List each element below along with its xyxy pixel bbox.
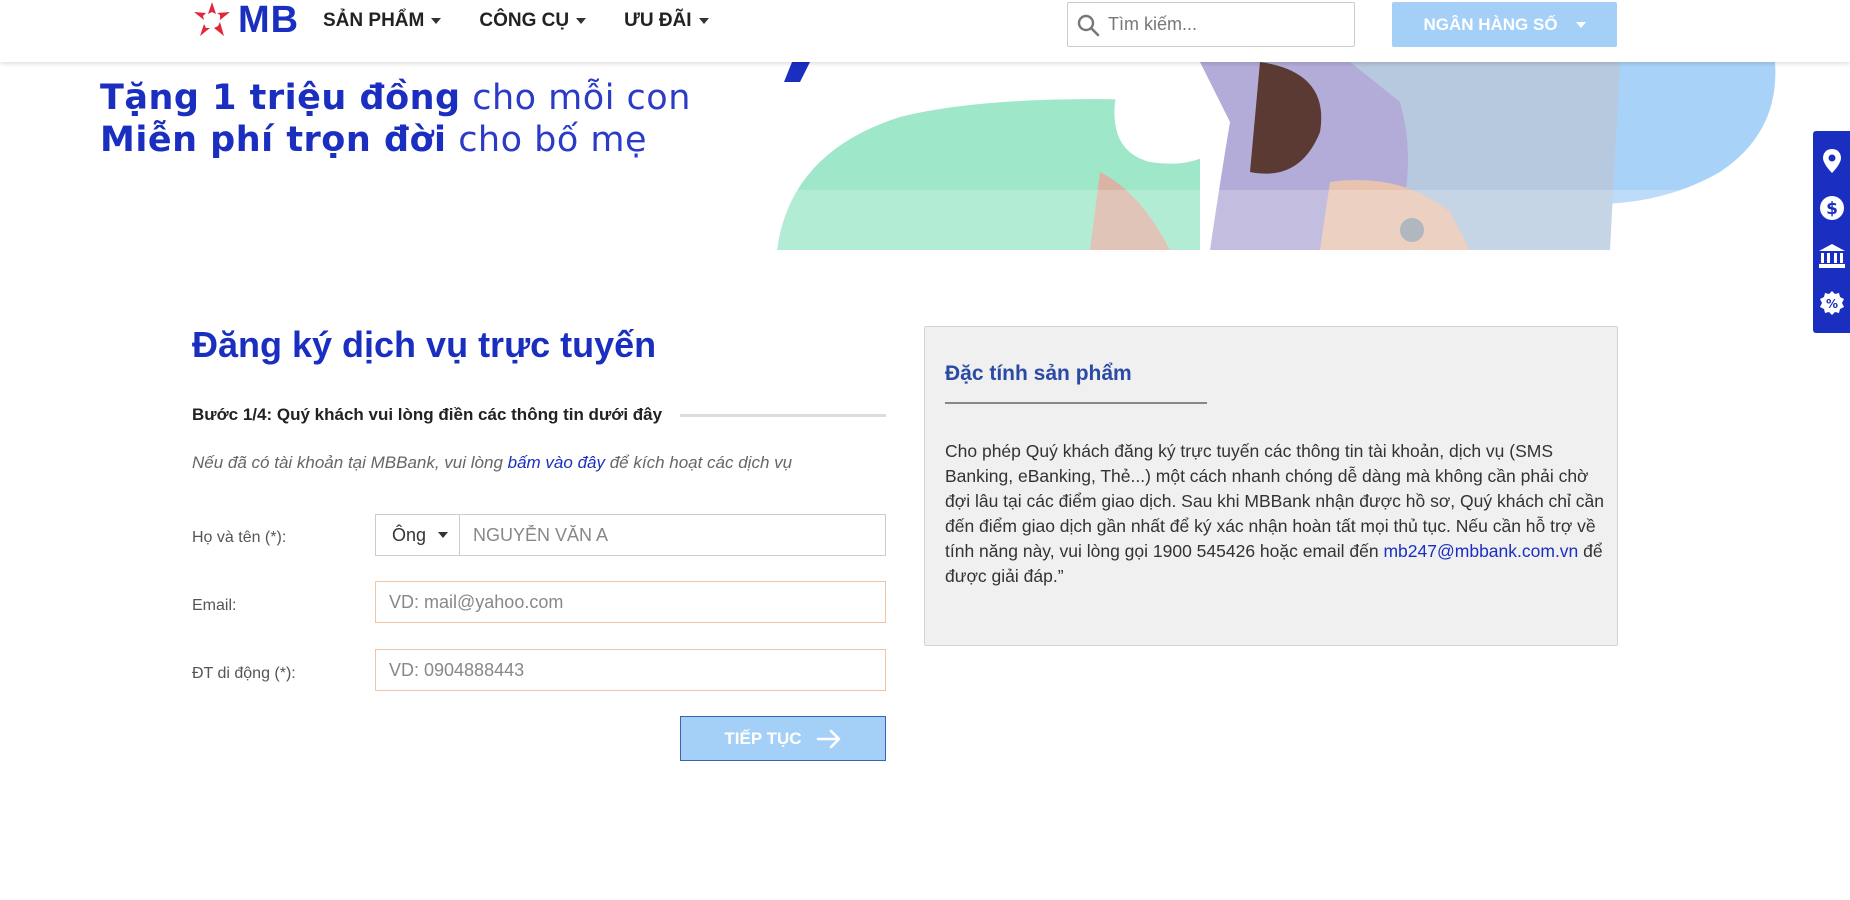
main-nav: SẢN PHẨM CÔNG CỤ ƯU ĐÃI xyxy=(323,10,747,32)
mobile-phone-input[interactable] xyxy=(375,649,886,691)
step-text: Bước 1/4: Quý khách vui lòng điền các th… xyxy=(192,405,663,424)
nav-products[interactable]: SẢN PHẨM xyxy=(323,10,442,32)
nav-tools[interactable]: CÔNG CỤ xyxy=(479,10,587,32)
promo-banner[interactable]: Tặng 1 triệu đồng cho mỗi con Miễn phí t… xyxy=(0,62,1850,250)
banner-line-1-light: cho mỗi con xyxy=(460,78,691,118)
email-label: Email: xyxy=(192,597,237,614)
page-title: Đăng ký dịch vụ trực tuyến xyxy=(192,324,657,365)
features-title: Đặc tính sản phẩm xyxy=(945,362,1132,385)
svg-text:%: % xyxy=(1825,297,1837,311)
salutation-select[interactable]: Ông xyxy=(375,514,459,556)
search-box xyxy=(1067,2,1355,47)
step-divider xyxy=(680,413,886,417)
bank-icon[interactable] xyxy=(1817,241,1847,271)
features-underline xyxy=(945,402,1207,404)
banner-line-1: Tặng 1 triệu đồng cho mỗi con xyxy=(100,78,691,118)
mb-logo[interactable]: MB xyxy=(190,0,299,40)
search-input[interactable] xyxy=(1108,14,1338,35)
arrow-right-icon xyxy=(816,729,840,748)
continue-button[interactable]: TIẾP TỤC xyxy=(680,716,886,761)
banner-line-2: Miễn phí trọn đời cho bố mẹ xyxy=(100,120,647,160)
hint-text-before: Nếu đã có tài khoản tại MBBank, vui lòng xyxy=(192,453,508,472)
chevron-down-icon xyxy=(438,532,449,538)
digital-banking-button[interactable]: NGÂN HÀNG SỐ xyxy=(1392,2,1617,47)
activate-services-link[interactable]: bấm vào đây xyxy=(508,453,605,472)
hint-text-after: để kích hoạt các dịch vụ xyxy=(604,453,793,472)
step-indicator: Bước 1/4: Quý khách vui lòng điền các th… xyxy=(192,405,886,425)
full-name-label: Họ và tên (*): xyxy=(192,529,287,546)
mb-star-icon xyxy=(194,2,230,36)
dollar-icon[interactable]: $ xyxy=(1817,193,1847,223)
nav-offers-label: ƯU ĐÃI xyxy=(624,10,692,31)
mobile-phone-label: ĐT di động (*): xyxy=(192,665,296,682)
email-input[interactable] xyxy=(375,581,886,623)
nav-products-label: SẢN PHẨM xyxy=(323,10,425,31)
digital-banking-label: NGÂN HÀNG SỐ xyxy=(1423,14,1558,34)
svg-text:$: $ xyxy=(1826,199,1838,219)
banner-line-2-bold: Miễn phí trọn đời xyxy=(100,120,447,160)
continue-label: TIẾP TỤC xyxy=(724,728,802,748)
chevron-down-icon xyxy=(698,18,709,24)
discount-icon[interactable]: % xyxy=(1817,288,1847,318)
product-features-panel: Đặc tính sản phẩm Cho phép Quý khách đăn… xyxy=(924,326,1618,646)
banner-line-2-light: cho bố mẹ xyxy=(446,120,648,160)
salutation-value: Ông xyxy=(392,524,427,545)
nav-tools-label: CÔNG CỤ xyxy=(479,10,570,31)
existing-account-hint: Nếu đã có tài khoản tại MBBank, vui lòng… xyxy=(192,453,792,473)
chevron-down-icon xyxy=(576,18,587,24)
side-toolbar: $ % xyxy=(1813,131,1850,333)
features-description: Cho phép Quý khách đăng ký trực tuyến cá… xyxy=(945,439,1605,589)
nav-offers[interactable]: ƯU ĐÃI xyxy=(624,10,709,32)
search-icon[interactable] xyxy=(1076,13,1100,37)
site-header: MB SẢN PHẨM CÔNG CỤ ƯU ĐÃI NGÂN HÀNG SỐ xyxy=(0,0,1850,62)
full-name-input[interactable] xyxy=(459,514,886,556)
chevron-down-icon xyxy=(1575,21,1586,28)
support-email-link[interactable]: mb247@mbbank.com.vn xyxy=(1383,541,1578,561)
banner-line-1-bold: Tặng 1 triệu đồng xyxy=(100,78,461,118)
location-icon[interactable] xyxy=(1817,146,1847,176)
chevron-down-icon xyxy=(431,18,442,24)
logo-text: MB xyxy=(238,0,300,41)
